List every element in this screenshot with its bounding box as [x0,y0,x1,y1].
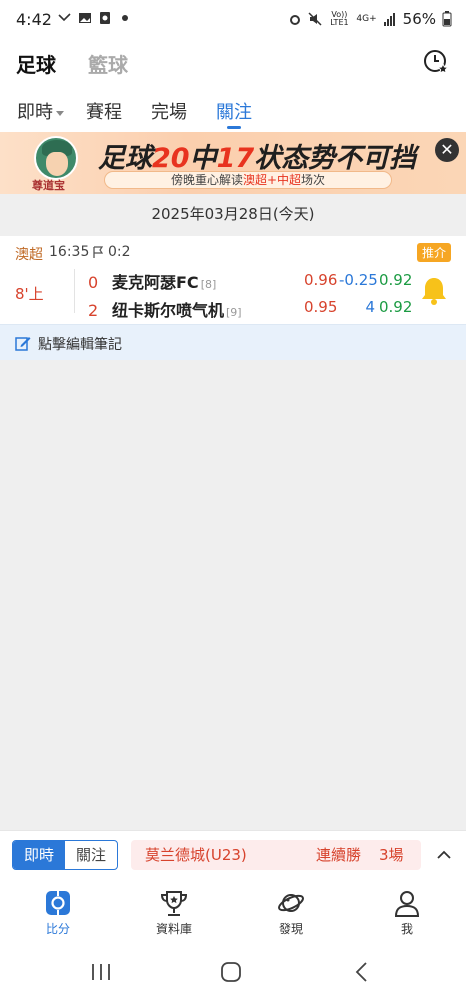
home-icon[interactable] [220,962,242,982]
tab-database-label: 資料庫 [155,922,192,936]
status-time: 4:42 [16,10,52,29]
away-team-name: 纽卡斯尔喷气机 [112,301,225,320]
away-score: 2 [88,301,99,320]
tab-football[interactable]: 足球 [16,49,56,78]
headline-num1: 20 [152,143,190,174]
tip-badge[interactable]: 推介 [416,243,451,262]
ticker-count: 3場 [379,846,404,864]
tab-discover-label: 發現 [278,922,303,936]
date-header: 2025年03月28日(今天) [0,194,466,234]
active-tab-indicator [227,126,241,129]
ticker-team: 莫兰德城(U23) [145,846,247,864]
back-icon[interactable] [352,962,372,982]
mute-icon [308,12,322,26]
missed-call-icon [58,13,71,22]
odds-away-2: 0.92 [379,298,413,316]
headline-num2: 17 [216,143,255,174]
battery-icon [442,11,452,27]
promo-banner[interactable]: 尊道宝 足球20中17状态势不可挡 傍晚重心解读澳超+中超场次 ✕ [0,132,466,194]
status-bar: 4:42 Vo)) LTE1 4G+ 56% [0,0,466,40]
tab-live-label: 即時 [17,102,53,123]
tab-finished[interactable]: 完場 [151,98,187,124]
odds-away-1: 0.92 [379,271,413,289]
dropdown-caret-icon [56,110,64,116]
user-icon [394,891,420,917]
tab-me[interactable]: 我 [367,888,447,937]
subtitle-pre: 傍晚重心解读 [170,173,243,187]
volte-label: Vo)) LTE1 [330,10,349,27]
league-name: 澳超 [15,247,43,263]
status-right: Vo)) LTE1 4G+ 56% [288,10,452,28]
sub-tabs: 即時 賽程 完場 關注 [0,86,466,132]
banner-headline: 足球20中17状态势不可挡 [98,136,416,175]
bottom-tab-bar: 比分 資料庫 發現 我 [0,880,466,946]
edit-note-row[interactable]: 點擊編輯筆記 [0,324,466,360]
history-star-icon[interactable] [422,48,450,76]
network-label: 4G+ [356,14,377,24]
headline-pre: 足球 [98,143,152,174]
recent-apps-icon[interactable] [88,962,114,982]
planet-icon [278,894,304,912]
trophy-icon [160,891,188,916]
avatar-face [46,152,68,176]
match-status: 8'上 [15,285,44,303]
battery-percent: 56% [402,10,436,28]
tab-following[interactable]: 關注 [216,98,252,124]
corner-flag-icon [93,246,104,258]
away-team-rank: [9] [226,306,242,319]
headline-post: 状态势不可挡 [254,143,417,174]
tab-score[interactable]: 比分 [18,888,98,937]
ticker-live-button[interactable]: 即時 [13,841,65,869]
odds-home-1: 0.96 [304,271,338,289]
divider [74,269,75,313]
home-score: 0 [88,273,99,292]
close-icon: ✕ [440,140,454,159]
bell-icon[interactable] [420,276,448,306]
tab-live[interactable]: 即時 [17,98,64,124]
home-team-rank: [8] [200,278,217,291]
home-team-name: 麦克阿瑟FC [112,273,199,292]
sport-nav: 足球 籃球 [0,40,466,86]
app-notification-icon [100,12,110,24]
edit-note-label: 點擊編輯筆記 [38,337,122,353]
tipster-name: 尊道宝 [32,179,65,192]
headline-mid: 中 [189,143,217,174]
ticker-stat: 連續勝 [316,846,362,864]
score-icon [46,891,70,915]
chevron-up-icon[interactable] [434,845,454,865]
odds-handicap-2: 4 [365,298,375,316]
subtitle-highlight: 澳超+中超 [242,173,302,187]
away-team-row: 2 纽卡斯尔喷气机 [9] [88,297,242,321]
tab-database[interactable]: 資料庫 [134,888,214,937]
corner-score: 0:2 [108,244,131,260]
tab-me-label: 我 [400,922,413,936]
banner-close-button[interactable]: ✕ [435,138,459,162]
live-ticker-bar: 即時 關注 莫兰德城(U23) 連續勝 3場 [0,830,466,880]
tab-score-label: 比分 [45,922,70,936]
dot-icon [122,15,128,21]
system-nav-bar [0,946,466,1000]
alarm-icon [290,15,301,25]
signal-icon [383,13,395,26]
tipster-avatar [34,136,78,180]
streak-ticker[interactable]: 莫兰德城(U23) 連續勝 3場 [131,840,421,870]
kickoff-time: 16:35 [49,244,90,260]
gallery-icon [79,13,91,23]
home-team-row: 0 麦克阿瑟FC [8] [88,269,216,293]
subtitle-post: 场次 [301,173,326,187]
tab-basketball[interactable]: 籃球 [88,49,128,78]
tab-schedule[interactable]: 賽程 [86,98,122,124]
ticker-toggle: 即時 關注 [12,840,118,870]
odds-handicap-1: -0.25 [339,271,378,289]
banner-subtitle: 傍晚重心解读澳超+中超场次 [104,171,392,189]
ticker-follow-button[interactable]: 關注 [65,841,117,869]
odds-home-2: 0.95 [304,298,338,316]
edit-icon [15,337,31,351]
tab-discover[interactable]: 發現 [251,888,331,937]
match-card[interactable]: 澳超 16:35 0:2 推介 8'上 0 麦克阿瑟FC [8] 2 纽卡斯尔喷气机[… [0,236,466,324]
notification-icons [58,12,132,24]
